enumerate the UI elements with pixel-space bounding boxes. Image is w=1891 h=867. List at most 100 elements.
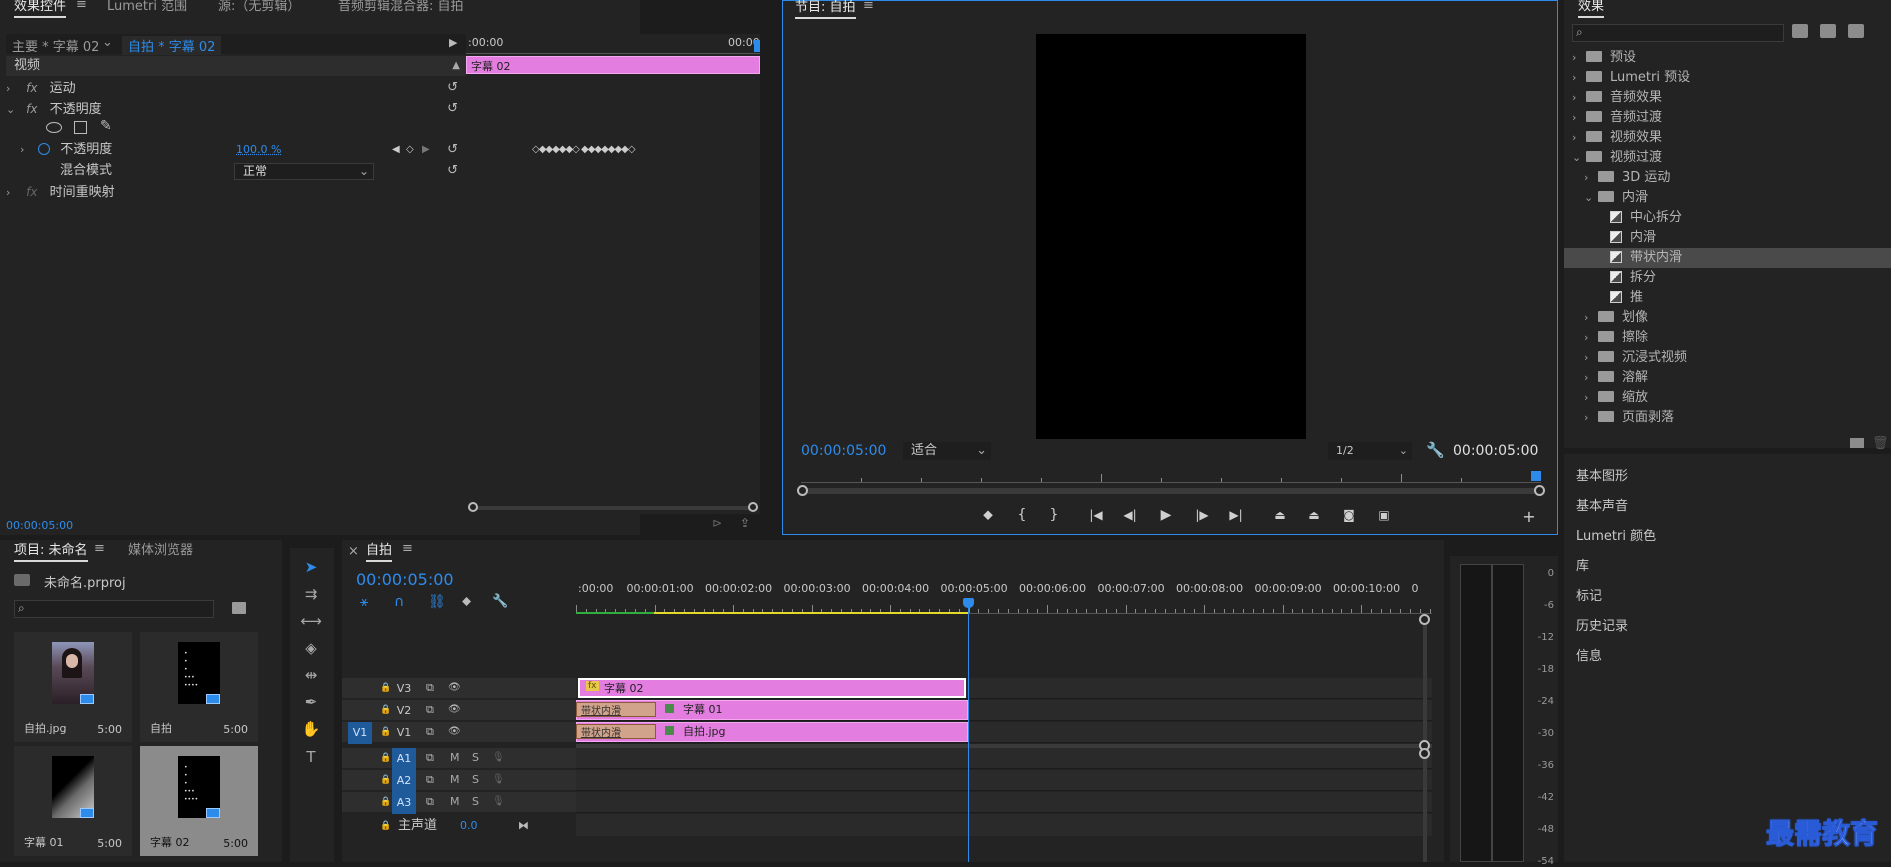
comparison-view-icon[interactable]: ▣: [1373, 505, 1395, 525]
microphone-icon[interactable]: 🎙: [492, 748, 505, 768]
track-label[interactable]: V1: [392, 722, 416, 744]
reset-icon[interactable]: ↺: [447, 161, 458, 181]
mark-in-icon[interactable]: {: [1011, 505, 1033, 525]
lock-icon[interactable]: 🔒: [380, 792, 391, 812]
transition-v2[interactable]: 带状内滑: [576, 702, 656, 717]
project-item-sequence[interactable]: • • • ••• •••• 自拍 5:00: [140, 632, 258, 742]
vertical-scrollbar-audio[interactable]: [1419, 748, 1430, 862]
reset-icon[interactable]: ↺: [447, 140, 458, 160]
effect-controls-timecode[interactable]: 00:00:05:00: [6, 519, 73, 532]
32bit-effects-icon[interactable]: [1820, 24, 1836, 38]
timeline-settings-icon[interactable]: 🔧: [492, 594, 508, 609]
chevron-right-icon[interactable]: ›: [1584, 348, 1594, 368]
scroll-up-icon[interactable]: ▲: [452, 56, 460, 76]
chevron-right-icon[interactable]: ›: [1584, 408, 1594, 428]
stopwatch-icon[interactable]: [38, 142, 51, 155]
step-back-icon[interactable]: ◀|: [1119, 505, 1141, 525]
master-clip-label[interactable]: 主要 * 字幕 02: [12, 36, 99, 55]
sync-lock-icon[interactable]: ⧉: [426, 770, 434, 790]
panel-menu-icon[interactable]: ≡: [863, 0, 874, 13]
panel-section[interactable]: 标记: [1576, 582, 1881, 612]
solo-button[interactable]: S: [472, 792, 479, 812]
chevron-right-icon[interactable]: ›: [1584, 388, 1594, 408]
sequence-clip-label[interactable]: 自拍 * 字幕 02: [122, 36, 222, 55]
chevron-down-icon[interactable]: ⌄: [1572, 148, 1582, 168]
close-icon[interactable]: ×: [348, 544, 359, 559]
sync-lock-icon[interactable]: ⧉: [426, 678, 434, 698]
reset-icon[interactable]: ↺: [447, 99, 458, 119]
effects-folder[interactable]: › 擦除: [1564, 328, 1891, 348]
effects-folder[interactable]: ⌄ 内滑: [1564, 188, 1891, 208]
param-opacity[interactable]: › 不透明度 100.0 % ◀ ◇ ▶ ↺: [6, 140, 466, 160]
program-monitor-title[interactable]: 节目: 自拍: [795, 1, 856, 19]
source-patch[interactable]: V1: [348, 722, 372, 744]
effects-folder[interactable]: › 音频过渡: [1564, 108, 1891, 128]
extract-icon[interactable]: ⏏: [1303, 505, 1325, 525]
blend-mode-select[interactable]: 正常 ⌄: [234, 163, 374, 180]
panel-menu-icon[interactable]: ≡: [94, 541, 105, 556]
track-lane-a3[interactable]: [576, 792, 1432, 813]
lock-icon[interactable]: 🔒: [380, 722, 391, 742]
solo-button[interactable]: S: [472, 748, 479, 768]
lift-icon[interactable]: ⏏: [1269, 505, 1291, 525]
lock-icon[interactable]: 🔒: [380, 678, 391, 698]
snap-icon[interactable]: ∩: [394, 594, 404, 610]
eye-icon[interactable]: 👁: [448, 678, 461, 698]
project-search-input[interactable]: ⌕: [14, 600, 214, 618]
panel-menu-icon[interactable]: ≡: [402, 541, 413, 556]
panel-section[interactable]: 信息: [1576, 642, 1881, 672]
prev-keyframe-icon[interactable]: ◀: [392, 140, 400, 160]
effect-opacity[interactable]: ⌄ fx 不透明度 ↺: [6, 99, 466, 119]
mute-button[interactable]: M: [450, 748, 460, 768]
lock-icon[interactable]: 🔒: [380, 748, 391, 768]
chevron-right-icon[interactable]: ›: [20, 140, 30, 160]
sync-lock-icon[interactable]: ⧉: [426, 792, 434, 812]
eye-icon[interactable]: 👁: [448, 700, 461, 720]
lock-icon[interactable]: 🔒: [380, 816, 391, 836]
linked-selection-icon[interactable]: ⛓: [428, 594, 446, 610]
scroll-handle-left[interactable]: [468, 502, 478, 512]
scroll-handle[interactable]: [1419, 748, 1430, 759]
panel-section[interactable]: Lumetri 颜色: [1576, 522, 1881, 552]
step-forward-icon[interactable]: |▶: [1191, 505, 1213, 525]
effects-search-input[interactable]: ⌕: [1572, 24, 1784, 42]
chevron-right-icon[interactable]: ›: [1572, 48, 1582, 68]
ripple-edit-tool-icon[interactable]: ⟷: [300, 610, 322, 632]
razor-tool-icon[interactable]: ◈: [300, 637, 322, 659]
chevron-right-icon[interactable]: ›: [1584, 368, 1594, 388]
ellipse-mask-icon[interactable]: [46, 122, 62, 133]
timeline-playhead[interactable]: [963, 598, 974, 862]
sync-lock-icon[interactable]: ⧉: [426, 722, 434, 742]
chevron-right-icon[interactable]: ›: [1584, 328, 1594, 348]
chevron-right-icon[interactable]: ›: [6, 79, 16, 99]
effects-folder[interactable]: › 3D 运动: [1564, 168, 1891, 188]
mini-clip[interactable]: 字幕 02: [466, 56, 760, 74]
chevron-right-icon[interactable]: ›: [6, 183, 16, 203]
panel-menu-icon[interactable]: ≡: [76, 0, 87, 12]
mute-button[interactable]: M: [450, 770, 460, 790]
chevron-right-icon[interactable]: ›: [1584, 308, 1594, 328]
play-clip-icon[interactable]: ▶: [449, 36, 457, 49]
chevron-right-icon[interactable]: ›: [1572, 128, 1582, 148]
effects-folder[interactable]: › 音频效果: [1564, 88, 1891, 108]
project-item-selfie-jpg[interactable]: 自拍.jpg 5:00: [14, 632, 132, 742]
chevron-right-icon[interactable]: ›: [1584, 168, 1594, 188]
chevron-right-icon[interactable]: ›: [1572, 68, 1582, 88]
chevron-right-icon[interactable]: ›: [1572, 88, 1582, 108]
filter-icon[interactable]: ⊳: [712, 516, 722, 530]
next-keyframe-icon[interactable]: ▶: [422, 140, 430, 160]
timeline-timecode[interactable]: 00:00:05:00: [356, 570, 454, 589]
effect-time-remap[interactable]: › fx 时间重映射: [6, 182, 466, 202]
clip-v3-title-02[interactable]: fx 字幕 02: [578, 678, 966, 698]
new-bin-icon[interactable]: [1850, 438, 1864, 448]
monitor-zoom-bar[interactable]: [797, 485, 1545, 496]
settings-wrench-icon[interactable]: 🔧: [1426, 441, 1445, 459]
tab-source[interactable]: 源:（无剪辑）: [218, 0, 300, 16]
scroll-handle-right[interactable]: [1534, 485, 1545, 496]
master-volume[interactable]: 0.0: [460, 816, 478, 836]
track-label[interactable]: A1: [392, 748, 416, 770]
effects-folder[interactable]: › 沉浸式视频: [1564, 348, 1891, 368]
chevron-down-icon[interactable]: ⌄: [102, 35, 113, 50]
project-item-title-02[interactable]: • • • ••• •••• 字幕 02 5:00: [140, 746, 258, 856]
playhead-marker[interactable]: [1531, 471, 1541, 481]
